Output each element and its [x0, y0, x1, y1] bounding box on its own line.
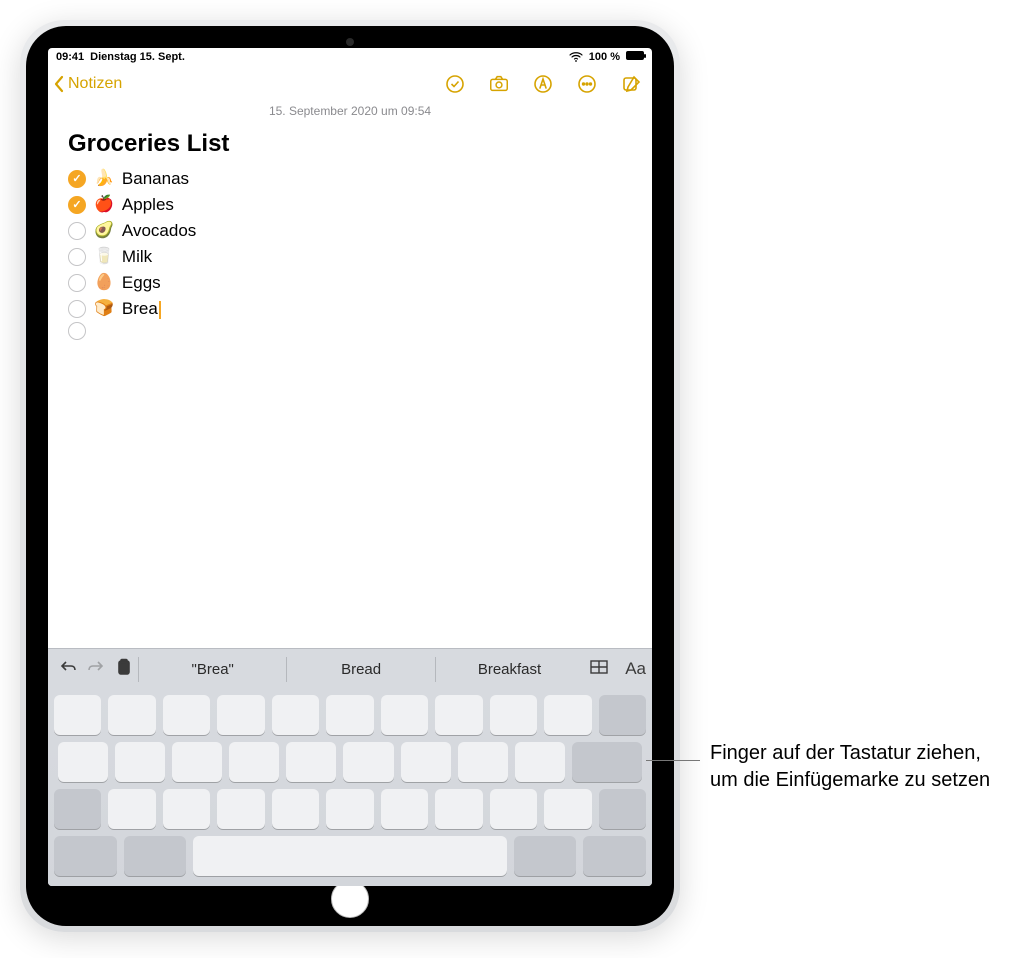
- item-emoji-icon: 🥛: [94, 244, 114, 270]
- item-text[interactable]: Brea: [122, 296, 161, 322]
- item-emoji-icon: 🥚: [94, 270, 114, 296]
- note-date-header: 15. September 2020 um 09:54: [48, 104, 652, 118]
- callout-leader-line: [646, 760, 700, 761]
- screen: 09:41 Dienstag 15. Sept. 100 %: [48, 48, 652, 886]
- ipad-device-frame: 09:41 Dienstag 15. Sept. 100 %: [20, 20, 680, 932]
- more-icon[interactable]: [576, 73, 598, 95]
- navigation-bar: Notizen: [48, 66, 652, 102]
- item-text[interactable]: Milk: [122, 244, 152, 270]
- suggestion-3[interactable]: Breakfast: [435, 657, 583, 682]
- checklist-item[interactable]: 🥚 Eggs: [68, 270, 632, 296]
- check-circle-icon[interactable]: ✓: [68, 170, 86, 188]
- note-title[interactable]: Groceries List: [48, 118, 652, 166]
- toolbar-icons: [444, 73, 642, 95]
- item-emoji-icon: 🍞: [94, 296, 114, 322]
- onscreen-keyboard[interactable]: [48, 689, 652, 886]
- wifi-icon: [569, 51, 583, 63]
- front-camera-icon: [346, 38, 354, 46]
- checklist-item[interactable]: 🥑 Avocados: [68, 218, 632, 244]
- keyboard-area: "Brea" Bread Breakfast Aa: [48, 648, 652, 886]
- callout-text: Finger auf der Tastatur ziehen, um die E…: [710, 740, 1010, 794]
- check-circle-icon[interactable]: ✓: [68, 196, 86, 214]
- format-aa-label[interactable]: Aa: [625, 659, 646, 680]
- battery-percentage: 100 %: [589, 51, 620, 63]
- battery-icon: [626, 51, 644, 63]
- item-text[interactable]: Eggs: [122, 270, 161, 296]
- ipad-bezel: 09:41 Dienstag 15. Sept. 100 %: [26, 26, 674, 926]
- checklist-item[interactable]: 🍞 Brea: [68, 296, 632, 322]
- item-emoji-icon: 🥑: [94, 218, 114, 244]
- back-label: Notizen: [68, 75, 122, 93]
- markup-icon[interactable]: [532, 73, 554, 95]
- item-emoji-icon: 🍎: [94, 192, 114, 218]
- status-time: 09:41: [56, 51, 84, 63]
- checklist-item[interactable]: 🥛 Milk: [68, 244, 632, 270]
- status-bar: 09:41 Dienstag 15. Sept. 100 %: [48, 48, 652, 66]
- check-circle-icon[interactable]: [68, 322, 86, 340]
- item-text[interactable]: Bananas: [122, 166, 189, 192]
- checklist-item[interactable]: [68, 322, 632, 340]
- suggestion-bar: "Brea" Bread Breakfast Aa: [48, 649, 652, 689]
- checklist-item[interactable]: ✓ 🍎 Apples: [68, 192, 632, 218]
- checklist-icon[interactable]: [444, 73, 466, 95]
- clipboard-icon[interactable]: [110, 658, 138, 681]
- suggestion-2[interactable]: Bread: [286, 657, 434, 682]
- suggestion-1[interactable]: "Brea": [138, 657, 286, 682]
- chevron-left-icon: [52, 74, 66, 94]
- redo-icon[interactable]: [82, 659, 110, 680]
- compose-icon[interactable]: [620, 73, 642, 95]
- item-text[interactable]: Apples: [122, 192, 174, 218]
- undo-icon[interactable]: [54, 659, 82, 680]
- check-circle-icon[interactable]: [68, 222, 86, 240]
- check-circle-icon[interactable]: [68, 274, 86, 292]
- camera-icon[interactable]: [488, 73, 510, 95]
- status-date: Dienstag 15. Sept.: [90, 51, 185, 63]
- back-button[interactable]: Notizen: [52, 74, 122, 94]
- check-circle-icon[interactable]: [68, 300, 86, 318]
- item-text[interactable]: Avocados: [122, 218, 196, 244]
- checklist[interactable]: ✓ 🍌 Bananas ✓ 🍎 Apples 🥑 Avocados 🥛 Milk 🥚 Eggs 🍞 Bre…: [48, 166, 652, 340]
- table-icon[interactable]: [589, 659, 609, 680]
- checklist-item[interactable]: ✓ 🍌 Bananas: [68, 166, 632, 192]
- item-emoji-icon: 🍌: [94, 166, 114, 192]
- check-circle-icon[interactable]: [68, 248, 86, 266]
